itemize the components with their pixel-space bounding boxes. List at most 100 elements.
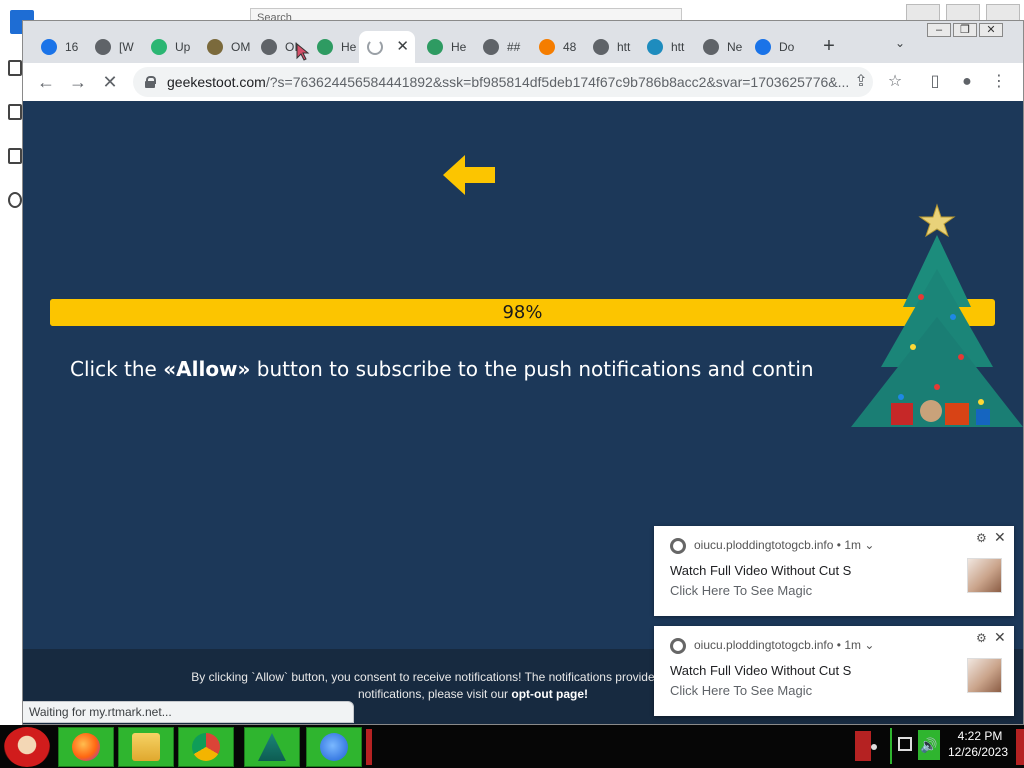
browser-tab[interactable]: htt bbox=[639, 33, 693, 61]
browser-tab[interactable]: OM bbox=[199, 33, 251, 61]
desktop-shortcut-icon[interactable] bbox=[8, 104, 22, 120]
notification-thumbnail bbox=[967, 658, 1002, 693]
notification-body: Click Here To See Magic bbox=[670, 683, 813, 698]
taskbar: 🔊 4:22 PM 12/26/2023 bbox=[0, 725, 1024, 768]
browser-toolbar: ← → ✕ geekestoot.com/?s=7636244565844418… bbox=[23, 63, 1023, 101]
address-bar[interactable]: geekestoot.com/?s=763624456584441892&ssk… bbox=[133, 67, 873, 97]
blogger-icon bbox=[539, 39, 555, 55]
wordpress-icon bbox=[647, 39, 663, 55]
status-bubble: Waiting for my.rtmark.net... bbox=[23, 701, 354, 723]
browser-tab[interactable]: ## bbox=[475, 33, 529, 61]
restore-button[interactable]: ❐ bbox=[953, 23, 977, 37]
tab-close-icon[interactable]: ✕ bbox=[396, 37, 409, 55]
back-button[interactable]: ← bbox=[35, 71, 57, 93]
chrome-icon bbox=[192, 733, 220, 761]
upload-icon bbox=[151, 39, 167, 55]
tab-title: Ne bbox=[727, 40, 743, 54]
browser-tab[interactable]: He bbox=[419, 33, 473, 61]
side-panel-icon[interactable]: ▯ bbox=[925, 72, 945, 92]
taskbar-chrome[interactable] bbox=[178, 727, 234, 767]
tab-title: He bbox=[341, 40, 357, 54]
desktop-area bbox=[0, 0, 34, 725]
push-notification[interactable]: oiucu.ploddingtotogcb.info • 1m ⌄ ⚙ ✕ Wa… bbox=[654, 626, 1014, 716]
allow-keyword: «Allow» bbox=[163, 357, 251, 381]
browser-tab[interactable]: Do bbox=[747, 33, 807, 61]
tab-title: htt bbox=[671, 40, 685, 54]
notification-origin: oiucu.ploddingtotogcb.info • 1m ⌄ bbox=[694, 638, 875, 652]
desktop-shortcut-icon[interactable] bbox=[8, 192, 22, 208]
browser-tab[interactable]: He bbox=[309, 33, 357, 61]
desktop-shortcut-icon[interactable] bbox=[8, 148, 22, 164]
browser-tab[interactable]: [W bbox=[87, 33, 141, 61]
minimize-button[interactable]: – bbox=[927, 23, 951, 37]
globe-icon bbox=[483, 39, 499, 55]
chrome-icon bbox=[703, 39, 719, 55]
taskbar-messenger[interactable] bbox=[306, 727, 362, 767]
volume-icon[interactable]: 🔊 bbox=[918, 730, 940, 760]
new-tab-button[interactable]: + bbox=[817, 35, 841, 59]
browser-tab[interactable]: Ne bbox=[695, 33, 745, 61]
gear-icon[interactable]: ⚙ bbox=[976, 631, 987, 645]
tab-title: Up bbox=[175, 40, 191, 54]
gear-icon[interactable]: ⚙ bbox=[976, 531, 987, 545]
palm-icon bbox=[427, 39, 443, 55]
url-path: /?s=763624456584441892&ssk=bf985814df5de… bbox=[265, 74, 850, 90]
profile-avatar-icon[interactable]: ● bbox=[957, 72, 977, 92]
tab-title: 16 bbox=[65, 40, 79, 54]
instruction-suffix: button to subscribe to the push notifica… bbox=[250, 357, 814, 381]
forward-button[interactable]: → bbox=[67, 71, 89, 93]
tab-title: 48 bbox=[563, 40, 577, 54]
camera-icon bbox=[593, 39, 609, 55]
mouse-cursor-icon bbox=[296, 43, 310, 61]
browser-tab[interactable]: Up bbox=[143, 33, 197, 61]
globe-icon bbox=[261, 39, 277, 55]
chrome-icon bbox=[670, 538, 686, 554]
tab-search-chevron-icon[interactable]: ⌄ bbox=[895, 36, 905, 50]
browser-tab[interactable]: 48 bbox=[531, 33, 583, 61]
show-desktop-button[interactable] bbox=[1016, 729, 1024, 765]
taskbar-christmas-app[interactable] bbox=[244, 727, 300, 767]
chrome-icon bbox=[670, 638, 686, 654]
file-explorer-icon bbox=[132, 733, 160, 761]
clock-time[interactable]: 4:22 PM bbox=[950, 729, 1010, 743]
url-text: geekestoot.com/?s=763624456584441892&ssk… bbox=[167, 74, 849, 90]
stop-loading-button[interactable]: ✕ bbox=[99, 71, 121, 93]
arrow-left-icon bbox=[443, 155, 495, 195]
menu-kebab-icon[interactable]: ⋮ bbox=[989, 72, 1009, 92]
taskbar-firefox[interactable] bbox=[58, 727, 114, 767]
dot-icon bbox=[755, 39, 771, 55]
taskbar-file-explorer[interactable] bbox=[118, 727, 174, 767]
consent-line-2: notifications, please visit our bbox=[357, 687, 512, 701]
tab-title: OM bbox=[231, 40, 251, 54]
share-icon[interactable]: ⇪ bbox=[851, 72, 871, 92]
christmas-tree-image bbox=[851, 203, 1023, 427]
push-notification[interactable]: oiucu.ploddingtotogcb.info • 1m ⌄ ⚙ ✕ Wa… bbox=[654, 526, 1014, 616]
lock-icon[interactable] bbox=[145, 76, 156, 88]
taskbar-divider bbox=[366, 729, 372, 765]
tray-indicator[interactable] bbox=[855, 731, 871, 761]
clock-date[interactable]: 12/26/2023 bbox=[946, 745, 1010, 759]
browser-tab[interactable]: htt bbox=[585, 33, 639, 61]
bookmark-star-icon[interactable]: ☆ bbox=[885, 72, 905, 92]
edge-icon bbox=[41, 39, 57, 55]
close-window-button[interactable]: ✕ bbox=[979, 23, 1003, 37]
browser-tab[interactable]: 16 bbox=[33, 33, 85, 61]
notification-title: Watch Full Video Without Cut S bbox=[670, 563, 852, 578]
tab-title: Do bbox=[779, 40, 795, 54]
desktop-shortcut-icon[interactable] bbox=[8, 60, 22, 76]
close-icon[interactable]: ✕ bbox=[994, 529, 1006, 546]
browser-tab[interactable]: ✕ bbox=[359, 31, 415, 63]
network-icon[interactable] bbox=[898, 737, 912, 751]
tray-separator bbox=[890, 728, 892, 764]
browser-window: – ❐ ✕ 16 [W Up OM OI He ✕ He ## 48 htt htt Ne Do + ⌄ … bbox=[22, 20, 1024, 725]
url-host: geekestoot.com bbox=[167, 74, 266, 90]
notification-body: Click Here To See Magic bbox=[670, 583, 813, 598]
start-button[interactable] bbox=[4, 727, 50, 767]
opt-out-link[interactable]: opt-out page! bbox=[511, 687, 588, 701]
tray-dot-icon bbox=[871, 744, 877, 750]
tab-title: [W bbox=[119, 40, 134, 54]
close-icon[interactable]: ✕ bbox=[994, 629, 1006, 646]
tab-strip: – ❐ ✕ 16 [W Up OM OI He ✕ He ## 48 htt htt Ne Do + ⌄ bbox=[23, 21, 1023, 63]
instruction-prefix: Click the bbox=[70, 357, 164, 381]
tab-title: htt bbox=[617, 40, 631, 54]
